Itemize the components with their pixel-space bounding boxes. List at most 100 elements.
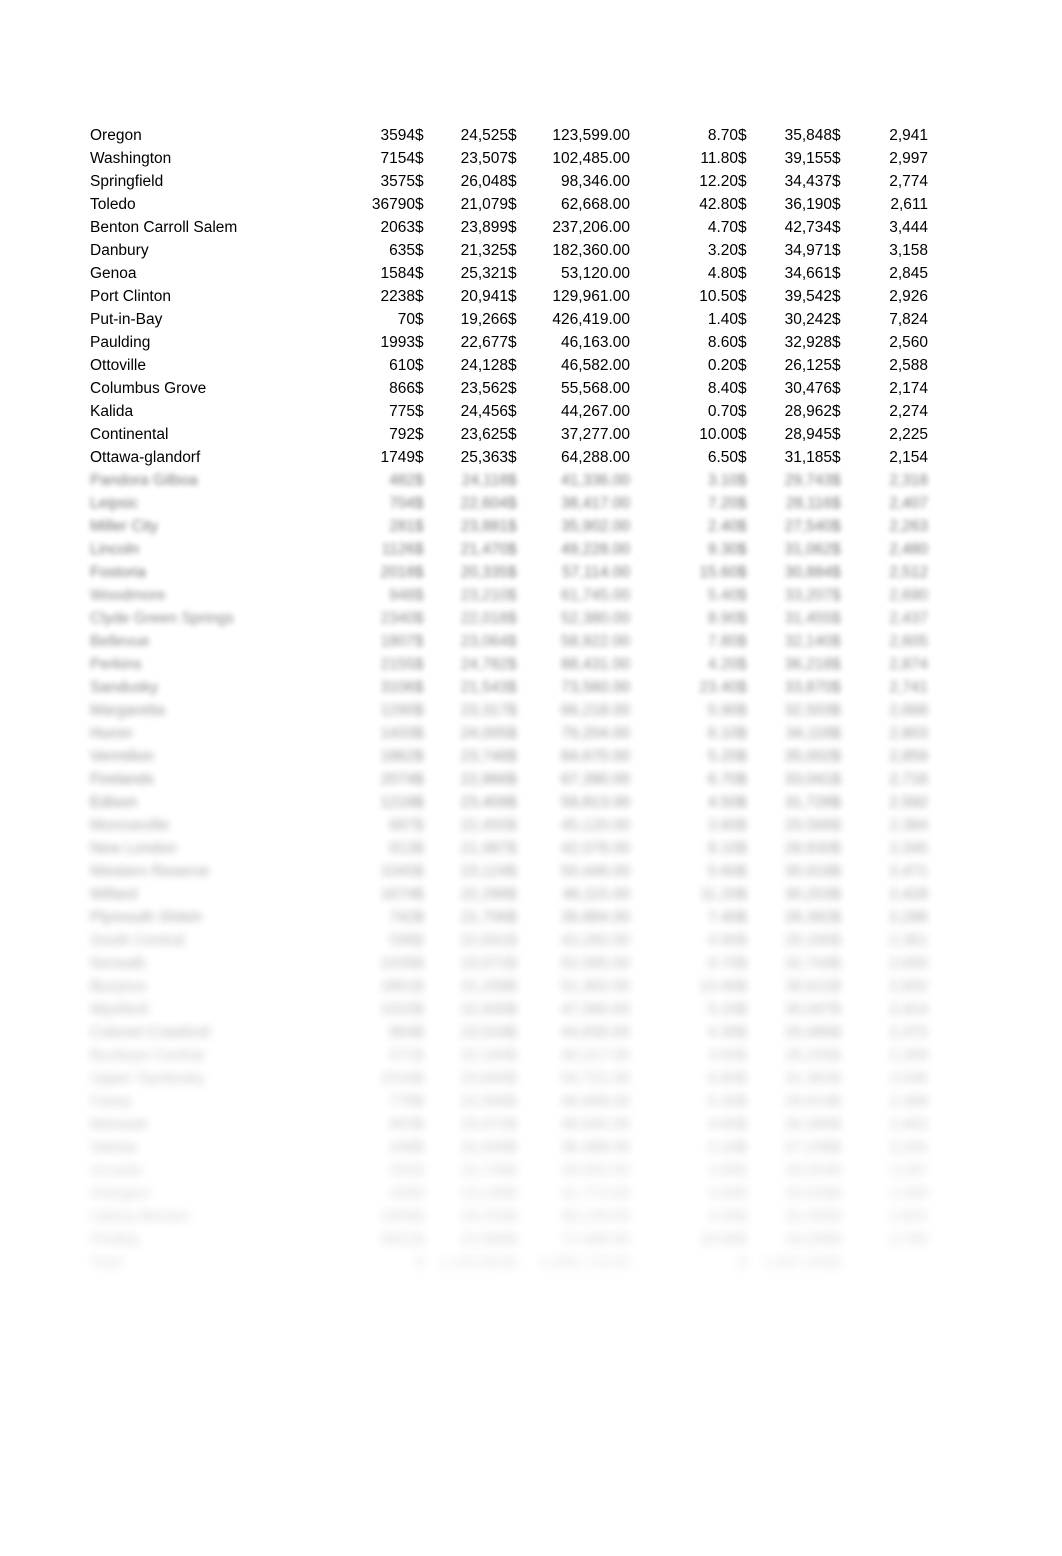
- cell-cur3[interactable]: $: [738, 354, 760, 377]
- cell-val1[interactable]: 23,518: [437, 1021, 508, 1044]
- cell-val4[interactable]: 2,274: [854, 400, 928, 423]
- table-row[interactable]: Springfield 3575 $26,048 $98,346.00 12.20 $34…: [90, 170, 928, 193]
- cell-cur2[interactable]: $: [508, 676, 525, 699]
- cell-cur3[interactable]: $: [738, 860, 760, 883]
- cell-cur4[interactable]: $: [832, 1067, 854, 1090]
- cell-val3[interactable]: 30,476: [760, 377, 832, 400]
- cell-pct[interactable]: 13.40: [630, 975, 738, 998]
- cell-count[interactable]: 246: [336, 1136, 415, 1159]
- cell-cur3[interactable]: $: [738, 1182, 760, 1205]
- cell-val3[interactable]: 42,734: [760, 216, 832, 239]
- cell-cur1[interactable]: $: [415, 1228, 437, 1251]
- cell-cur2[interactable]: $: [508, 653, 525, 676]
- cell-cur1[interactable]: $: [415, 1044, 437, 1067]
- cell-count[interactable]: 571: [336, 1044, 415, 1067]
- cell-val4[interactable]: 2,997: [854, 147, 928, 170]
- cell-val3[interactable]: 28,116: [760, 492, 832, 515]
- cell-pct[interactable]: 6.70: [630, 768, 738, 791]
- cell-pct[interactable]: 8.10: [630, 837, 738, 860]
- cell-pct[interactable]: 15.60: [630, 561, 738, 584]
- cell-val1[interactable]: 21,079: [437, 193, 508, 216]
- cell-pct[interactable]: 4.60: [630, 1113, 738, 1136]
- cell-val2[interactable]: 62,668.00: [525, 193, 630, 216]
- cell-pct[interactable]: 8.70: [630, 124, 738, 147]
- cell-cur4[interactable]: $: [832, 1182, 854, 1205]
- cell-pct[interactable]: 4.90: [630, 929, 738, 952]
- cell-val3[interactable]: 36,190: [760, 193, 832, 216]
- cell-cur2[interactable]: $: [508, 377, 525, 400]
- cell-val4[interactable]: 2,287: [854, 1159, 928, 1182]
- cell-val4[interactable]: 2,398: [854, 1090, 928, 1113]
- cell-val2[interactable]: 88,431.00: [525, 653, 630, 676]
- cell-name[interactable]: Arcadia: [90, 1159, 336, 1182]
- cell-count[interactable]: 1218: [336, 791, 415, 814]
- cell-val4[interactable]: 2,174: [854, 377, 928, 400]
- cell-val2[interactable]: 46,582.00: [525, 354, 630, 377]
- cell-count[interactable]: 1674: [336, 883, 415, 906]
- table-row[interactable]: Continental 792 $23,625 $37,277.00 10.00 $28,…: [90, 423, 928, 446]
- cell-val1[interactable]: 19,266: [437, 308, 508, 331]
- cell-cur3[interactable]: $: [738, 285, 760, 308]
- cell-val3[interactable]: 30,918: [760, 860, 832, 883]
- cell-val1[interactable]: 22,164: [437, 1044, 508, 1067]
- cell-val3[interactable]: 39,542: [760, 285, 832, 308]
- cell-cur1[interactable]: $: [415, 1159, 437, 1182]
- cell-count[interactable]: 1862: [336, 745, 415, 768]
- cell-val1[interactable]: 25,321: [437, 262, 508, 285]
- cell-val1[interactable]: 20,941: [437, 285, 508, 308]
- cell-cur4[interactable]: $: [832, 860, 854, 883]
- cell-count[interactable]: 5821: [336, 1228, 415, 1251]
- cell-pct[interactable]: 2.80: [630, 1159, 738, 1182]
- cell-cur1[interactable]: $: [415, 469, 437, 492]
- cell-cur3[interactable]: $: [738, 883, 760, 906]
- cell-val2[interactable]: 35,902.00: [525, 515, 630, 538]
- cell-pct[interactable]: 0.70: [630, 400, 738, 423]
- cell-cur4[interactable]: $: [832, 377, 854, 400]
- cell-cur3[interactable]: $: [738, 492, 760, 515]
- cell-name[interactable]: Arlington: [90, 1182, 336, 1205]
- cell-cur1[interactable]: $: [415, 216, 437, 239]
- cell-pct[interactable]: 10.00: [630, 423, 738, 446]
- cell-val2[interactable]: 71,406.00: [525, 1228, 630, 1251]
- cell-cur4[interactable]: $: [832, 676, 854, 699]
- cell-pct[interactable]: 3.20: [630, 239, 738, 262]
- cell-cur2[interactable]: $: [508, 400, 525, 423]
- cell-count[interactable]: 598: [336, 929, 415, 952]
- cell-val3[interactable]: 32,265: [760, 1205, 832, 1228]
- cell-cur1[interactable]: $: [415, 952, 437, 975]
- cell-val2[interactable]: 55,568.00: [525, 377, 630, 400]
- cell-val4[interactable]: 2,741: [854, 676, 928, 699]
- cell-val3[interactable]: 27,540: [760, 515, 832, 538]
- cell-val3[interactable]: 30,611: [760, 975, 832, 998]
- cell-cur4[interactable]: $: [832, 147, 854, 170]
- cell-val1[interactable]: 22,677: [437, 331, 508, 354]
- cell-val2[interactable]: 237,206.00: [525, 216, 630, 239]
- cell-cur1[interactable]: $: [415, 699, 437, 722]
- cell-val3[interactable]: 35,848: [760, 124, 832, 147]
- cell-cur2[interactable]: $: [508, 1251, 525, 1274]
- cell-cur1[interactable]: $: [415, 975, 437, 998]
- cell-name[interactable]: Benton Carroll Salem: [90, 216, 336, 239]
- cell-pct[interactable]: 5.60: [630, 860, 738, 883]
- cell-cur1[interactable]: $: [415, 998, 437, 1021]
- cell-name[interactable]: Total: [90, 1251, 336, 1274]
- cell-val4[interactable]: 2,690: [854, 584, 928, 607]
- cell-pct[interactable]: 2.40: [630, 515, 738, 538]
- cell-name[interactable]: New London: [90, 837, 336, 860]
- cell-cur2[interactable]: $: [508, 354, 525, 377]
- cell-val3[interactable]: 30,884: [760, 561, 832, 584]
- cell-pct[interactable]: 3.80: [630, 814, 738, 837]
- cell-cur3[interactable]: $: [738, 308, 760, 331]
- cell-name[interactable]: Put-in-Bay: [90, 308, 336, 331]
- cell-cur1[interactable]: $: [415, 883, 437, 906]
- cell-name[interactable]: Toledo: [90, 193, 336, 216]
- cell-val4[interactable]: 2,668: [854, 699, 928, 722]
- cell-val3[interactable]: 31,455: [760, 607, 832, 630]
- cell-val4[interactable]: 2,926: [854, 285, 928, 308]
- cell-cur3[interactable]: $: [738, 538, 760, 561]
- cell-val3[interactable]: 32,744: [760, 952, 832, 975]
- cell-val3[interactable]: 29,180: [760, 929, 832, 952]
- cell-cur1[interactable]: $: [415, 630, 437, 653]
- cell-cur1[interactable]: $: [415, 676, 437, 699]
- table-row[interactable]: South Central 598 $22,841 $43,260.00 4.90 $29…: [90, 929, 928, 952]
